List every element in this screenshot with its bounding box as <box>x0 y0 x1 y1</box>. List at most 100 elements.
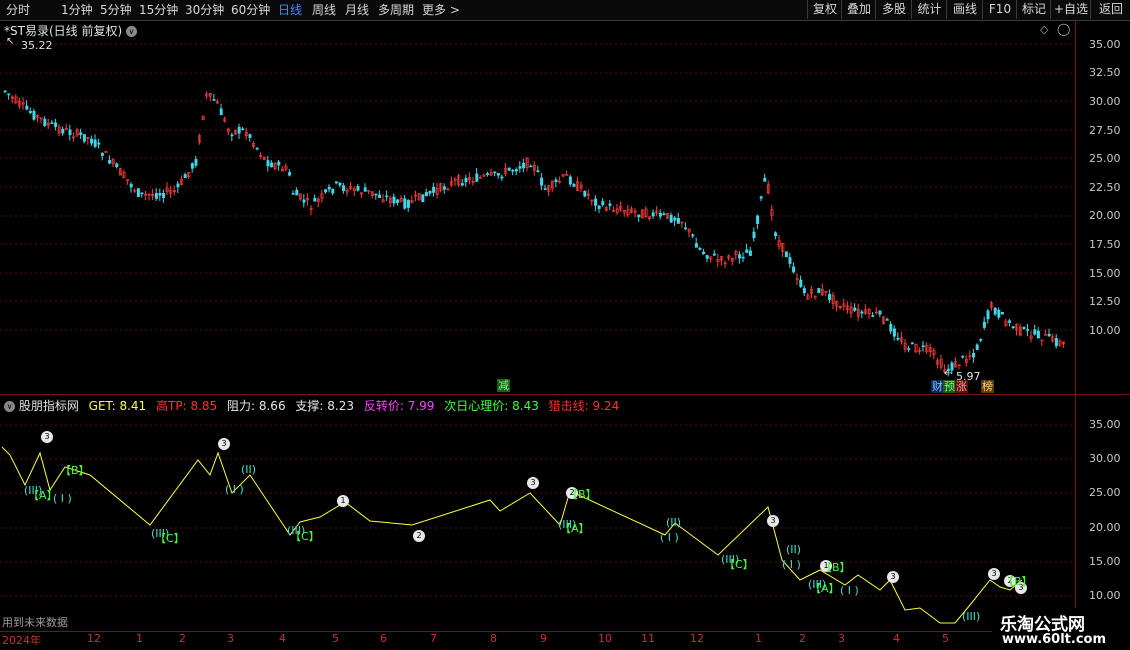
candle-body <box>828 294 832 300</box>
wave-green-bracket: 【C】 <box>724 558 754 571</box>
tab-fenshi[interactable]: 分时 <box>6 2 30 18</box>
tab-daily[interactable]: 日线 <box>278 2 302 18</box>
tab-5min[interactable]: 5分钟 <box>100 2 132 18</box>
candle-body <box>1036 330 1040 339</box>
watermark-url: www.60lt.com <box>1002 632 1107 647</box>
candle-body <box>860 311 864 314</box>
draw-line-button[interactable]: 画线 <box>946 0 983 19</box>
add-watchlist-button[interactable]: +自选 <box>1050 0 1091 19</box>
wave-green-bracket: 【B】 <box>60 464 90 477</box>
tab-monthly[interactable]: 月线 <box>345 2 369 18</box>
candle-body <box>82 134 86 142</box>
tab-15min[interactable]: 15分钟 <box>139 2 178 18</box>
x-axis-label: 5 <box>332 632 339 645</box>
high-arrow-icon: ↖ <box>6 36 15 47</box>
multi-stock-button[interactable]: 多股 <box>875 0 912 19</box>
tab-30min[interactable]: 30分钟 <box>185 2 224 18</box>
candle-body <box>568 176 572 185</box>
limit-up-marker[interactable]: 涨 <box>955 380 968 393</box>
candle-body <box>331 188 335 194</box>
wave-label-i: ( I ) <box>225 483 244 496</box>
candle-body <box>406 200 410 208</box>
candle-body <box>694 243 698 248</box>
candle-body <box>702 251 706 255</box>
candle-body <box>698 247 702 250</box>
indicator-y-label: 25.00 <box>1089 486 1121 499</box>
candle-body <box>1026 329 1030 331</box>
dragon-tiger-marker[interactable]: 榜 <box>981 380 994 393</box>
price-y-label: 10.00 <box>1089 324 1121 337</box>
candle-body <box>50 122 54 124</box>
indicator-y-label: 35.00 <box>1089 418 1121 431</box>
candle-body <box>885 319 889 321</box>
price-y-label: 17.50 <box>1089 238 1121 251</box>
candle-body <box>543 188 547 191</box>
candle-body <box>500 176 504 179</box>
candle-body <box>291 193 295 195</box>
overlay-button[interactable]: 叠加 <box>841 0 876 19</box>
f10-button[interactable]: F10 <box>982 0 1017 19</box>
fuquan-button[interactable]: 复权 <box>807 0 842 19</box>
x-axis-label: 12 <box>87 632 101 645</box>
x-axis-label: 8 <box>490 632 497 645</box>
wave-label-iii: (III) <box>962 610 981 623</box>
candle-body <box>756 215 760 224</box>
indicator-y-label: 15.00 <box>1089 555 1121 568</box>
price-y-label: 12.50 <box>1089 295 1121 308</box>
candle-body <box>979 338 983 341</box>
candle-body <box>774 232 778 237</box>
candle-body <box>25 105 29 110</box>
tab-60min[interactable]: 60分钟 <box>231 2 270 18</box>
watermark-logo: 乐淘公式网 www.60lt.com <box>992 608 1130 650</box>
candle-body <box>921 345 925 348</box>
candle-body <box>1011 326 1015 329</box>
tab-weekly[interactable]: 周线 <box>312 2 336 18</box>
x-axis-label: 9 <box>540 632 547 645</box>
back-button[interactable]: 返回 <box>1090 0 1130 19</box>
candle-body <box>637 214 641 218</box>
candle-body <box>889 324 893 332</box>
x-axis-label: 12 <box>690 632 704 645</box>
candle-body <box>583 190 587 197</box>
candle-body <box>997 309 1001 318</box>
candle-body <box>190 163 194 169</box>
candle-body <box>975 344 979 350</box>
candle-body <box>176 183 180 188</box>
candle-body <box>896 337 900 340</box>
candle-body <box>194 159 198 166</box>
wave-green-bracket: 【C】 <box>155 532 185 545</box>
mark-button[interactable]: 标记 <box>1016 0 1051 19</box>
x-axis <box>0 631 1076 632</box>
wave-green-bracket: 【A】 <box>560 522 590 535</box>
tab-more[interactable]: 更多 > <box>422 2 460 18</box>
candle-body <box>154 193 158 199</box>
candle-body <box>529 165 533 168</box>
candle-body <box>712 253 716 256</box>
candle-body <box>90 138 94 144</box>
candle-body <box>738 254 742 259</box>
future-data-note: 用到未来数据 <box>2 616 68 629</box>
price-y-label: 35.00 <box>1089 38 1121 51</box>
candle-body <box>43 118 47 126</box>
candle-body <box>363 187 367 192</box>
tab-multi-period[interactable]: 多周期 <box>378 2 414 18</box>
x-axis-label: 1 <box>755 632 762 645</box>
candle-body <box>1022 326 1026 330</box>
wave-indicator-chart <box>0 424 1075 624</box>
wave-green-bracket: 【A】 <box>28 489 58 502</box>
candle-body <box>784 251 788 258</box>
x-axis-label: 4 <box>279 632 286 645</box>
statistics-button[interactable]: 统计 <box>911 0 947 19</box>
wave-green-bracket: 【B】 <box>1003 575 1033 588</box>
indicator-y-axis: 35.00 30.00 25.00 20.00 15.00 10.00 <box>1076 395 1130 631</box>
candle-body <box>432 186 436 193</box>
tab-1min[interactable]: 1分钟 <box>61 2 93 18</box>
candle-body <box>241 128 245 131</box>
x-axis-label: 10 <box>598 632 612 645</box>
reduce-holding-marker[interactable]: 减 <box>497 379 510 392</box>
price-y-axis: 35.00 32.50 30.00 27.50 25.00 22.50 20.0… <box>1076 21 1130 394</box>
candle-body <box>136 188 140 197</box>
candle-body <box>421 194 425 202</box>
candle-body <box>522 162 526 169</box>
candlestick-chart <box>0 43 1075 377</box>
